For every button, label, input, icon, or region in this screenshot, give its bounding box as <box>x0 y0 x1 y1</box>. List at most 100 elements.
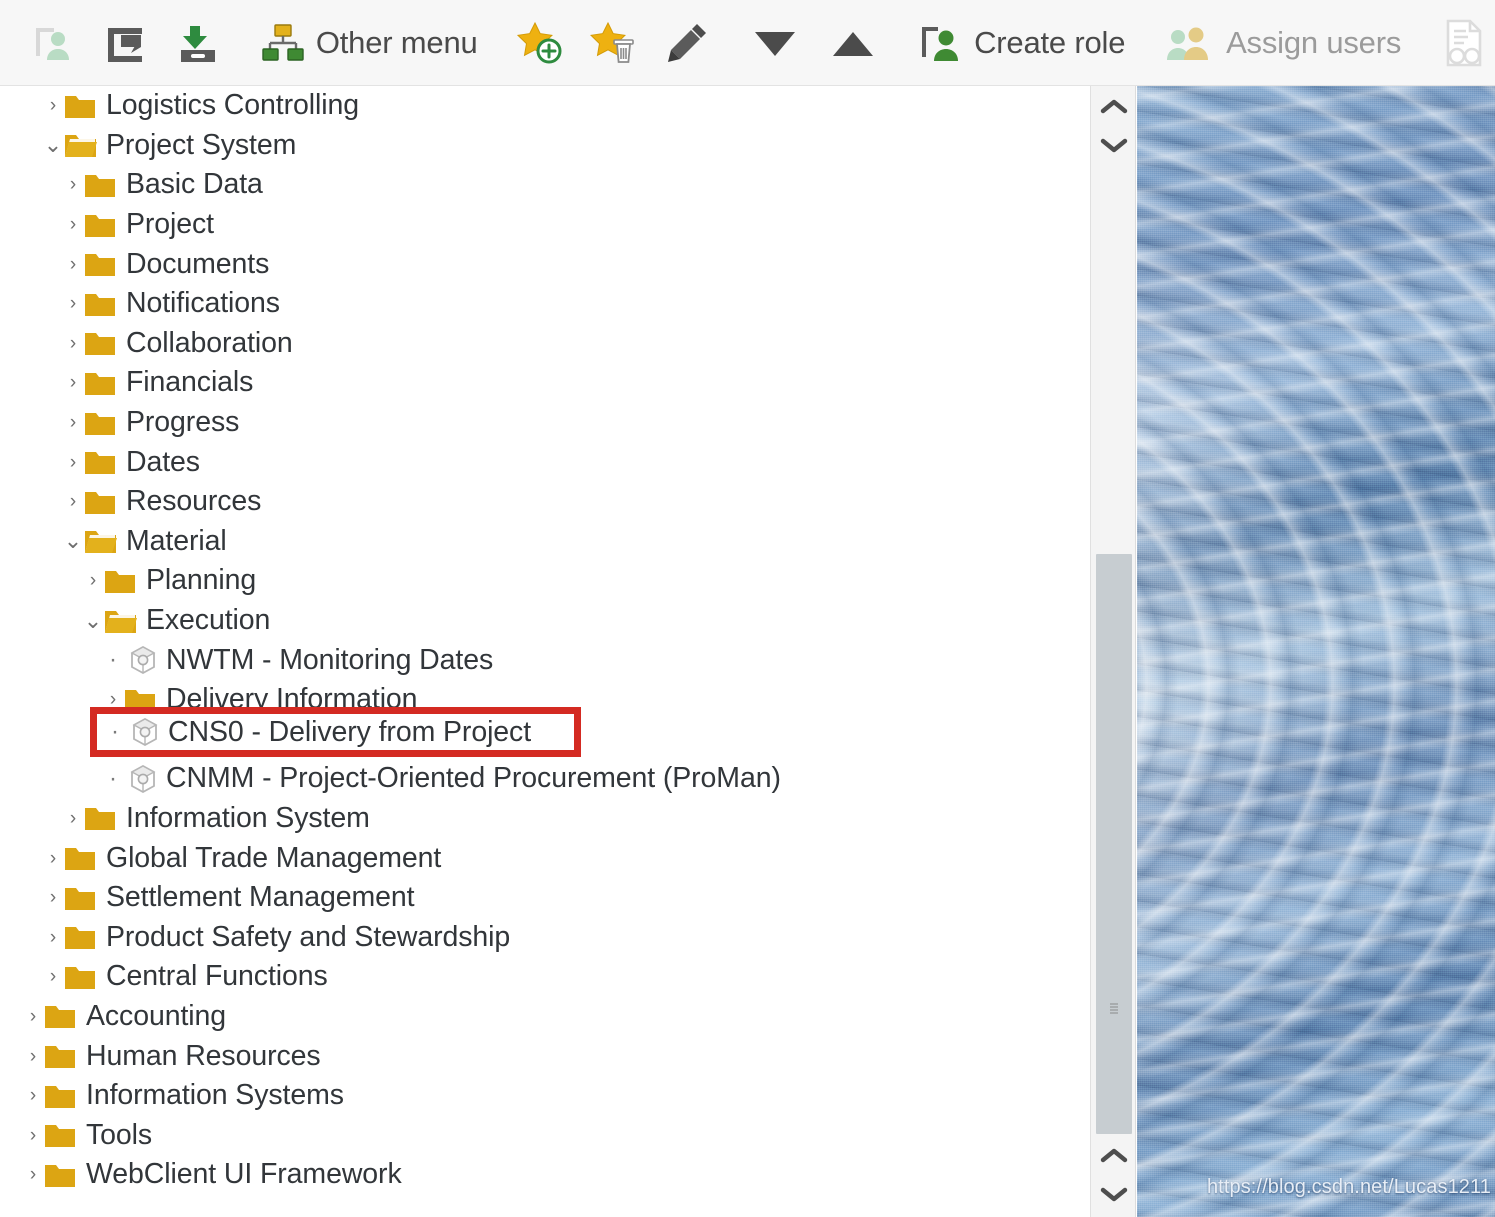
expand-arrow-icon[interactable]: › <box>42 888 64 907</box>
expand-arrow-icon[interactable]: › <box>22 1126 44 1145</box>
tree-item[interactable]: › Basic Data <box>0 165 1090 205</box>
tree-item[interactable]: › Documents <box>0 244 1090 284</box>
expand-arrow-icon[interactable]: › <box>62 413 84 432</box>
tree-item-label: Tools <box>86 1118 153 1151</box>
tree-item[interactable]: › Planning <box>0 561 1090 601</box>
folder-icon <box>85 333 115 356</box>
tree-item-label: WebClient UI Framework <box>86 1158 402 1191</box>
tree-item[interactable]: ⌄ Execution <box>0 601 1090 641</box>
highlighted-tree-item[interactable]: · CNS0 - Delivery from Project <box>104 716 570 748</box>
delete-favorite-button[interactable] <box>581 13 647 73</box>
tree-item[interactable]: › Information Systems <box>0 1076 1090 1116</box>
tree-item-label: Information Systems <box>86 1079 344 1112</box>
folder-icon <box>85 372 115 395</box>
expand-arrow-icon[interactable]: › <box>62 175 84 194</box>
expand-arrow-icon[interactable]: › <box>42 928 64 947</box>
expand-arrow-icon[interactable]: › <box>22 1165 44 1184</box>
tree-item[interactable]: › Global Trade Management <box>0 838 1090 878</box>
tree-item[interactable]: › Tools <box>0 1115 1090 1155</box>
folder-icon <box>85 452 115 475</box>
expand-arrow-icon[interactable]: › <box>62 334 84 353</box>
folder-icon <box>85 254 115 277</box>
tree-item[interactable]: › WebClient UI Framework <box>0 1155 1090 1195</box>
add-favorite-button[interactable] <box>507 13 573 73</box>
scroll-down-button-bottom[interactable] <box>1091 1175 1137 1213</box>
move-down-button[interactable] <box>740 13 810 73</box>
move-up-button[interactable] <box>818 13 888 73</box>
expand-arrow-icon[interactable]: › <box>62 492 84 511</box>
scrollbar-thumb[interactable] <box>1096 554 1132 1134</box>
scrollbar-grip-icon <box>1110 1003 1118 1014</box>
tree-item[interactable]: › Dates <box>0 442 1090 482</box>
expand-arrow-icon[interactable]: › <box>62 453 84 472</box>
create-role-disabled-icon <box>22 13 86 73</box>
scroll-down-button-top[interactable] <box>1091 126 1137 164</box>
tree-item[interactable]: · CNMM - Project-Oriented Procurement (Pr… <box>0 759 1090 799</box>
other-menu-button[interactable]: Other menu <box>251 13 487 73</box>
tree-item-label: Global Trade Management <box>106 841 442 874</box>
scroll-up-button-bottom[interactable] <box>1091 1137 1137 1175</box>
expand-arrow-icon[interactable]: › <box>22 1047 44 1066</box>
tree-item[interactable]: › Settlement Management <box>0 878 1090 918</box>
scroll-up-button-top[interactable] <box>1091 88 1137 126</box>
chevron-up-icon <box>1100 99 1128 114</box>
tree-item-label: Documents <box>126 247 270 280</box>
tree-item-label: Settlement Management <box>106 881 415 914</box>
folder-open-icon <box>65 135 97 158</box>
triangle-down-icon <box>755 31 796 56</box>
import-inbox-icon[interactable] <box>166 13 230 73</box>
folder-open-icon <box>85 531 117 554</box>
tree-item-label: Execution <box>146 604 271 637</box>
expand-arrow-icon[interactable]: › <box>62 255 84 274</box>
tree-item[interactable]: › Product Safety and Stewardship <box>0 917 1090 957</box>
tree-item[interactable]: › Resources <box>0 482 1090 522</box>
tree-item-label: NWTM - Monitoring Dates <box>166 643 494 676</box>
expand-arrow-icon[interactable]: › <box>62 809 84 828</box>
tree-item[interactable]: › Accounting <box>0 997 1090 1037</box>
tree-item[interactable]: › Human Resources <box>0 1036 1090 1076</box>
collapse-arrow-icon[interactable]: ⌄ <box>42 134 64 156</box>
tree-item[interactable]: ⌄ Project System <box>0 126 1090 166</box>
expand-arrow-icon[interactable]: › <box>62 294 84 313</box>
tree-item-label: Central Functions <box>106 960 328 993</box>
menu-tree-panel[interactable]: › Logistics Controlling ⌄ Project System › Ba… <box>0 86 1090 1217</box>
application-window: Other menu Create role Assign users › Lo… <box>0 0 1495 1217</box>
inbox-download-icon <box>181 25 216 62</box>
expand-arrow-icon[interactable]: › <box>62 373 84 392</box>
collapse-arrow-icon[interactable]: ⌄ <box>62 530 84 552</box>
expand-arrow-icon[interactable]: › <box>102 690 124 709</box>
create-role-button[interactable]: Create role <box>909 13 1134 73</box>
tree-vertical-scrollbar[interactable] <box>1090 86 1136 1217</box>
tree-item[interactable]: › Logistics Controlling <box>0 86 1090 126</box>
transaction-cube-icon <box>130 646 156 675</box>
expand-arrow-icon[interactable]: › <box>42 967 64 986</box>
user-frame-icon <box>36 27 69 60</box>
expand-arrow-icon[interactable]: › <box>42 96 64 115</box>
highlighted-item-label: CNS0 - Delivery from Project <box>168 715 532 748</box>
assign-transfer-icon[interactable] <box>94 13 158 73</box>
tree-item[interactable]: › Information System <box>0 799 1090 839</box>
tree-item[interactable]: › Project <box>0 205 1090 245</box>
tree-item-label: Material <box>126 524 227 557</box>
expand-arrow-icon[interactable]: › <box>62 215 84 234</box>
expand-arrow-icon[interactable]: › <box>42 849 64 868</box>
tree-item[interactable]: ⌄ Material <box>0 522 1090 562</box>
watermark-text: https://blog.csdn.net/Lucas1211 <box>1206 1176 1491 1198</box>
tree-item[interactable]: › Collaboration <box>0 324 1090 364</box>
chevron-down-icon <box>1100 1187 1128 1202</box>
expand-arrow-icon[interactable]: › <box>22 1086 44 1105</box>
collapse-arrow-icon[interactable]: ⌄ <box>82 609 104 632</box>
star-trash-icon <box>590 21 635 63</box>
expand-arrow-icon[interactable]: › <box>22 1007 44 1026</box>
expand-arrow-icon[interactable]: › <box>82 571 104 590</box>
tree-item-label: Financials <box>126 366 254 399</box>
tree-item[interactable]: › Financials <box>0 363 1090 403</box>
tree-item[interactable]: › Delivery Information <box>0 680 1090 720</box>
tree-item[interactable]: · NWTM - Monitoring Dates <box>0 640 1090 680</box>
tree-item-label: Project System <box>106 128 297 161</box>
tree-item[interactable]: › Notifications <box>0 284 1090 324</box>
assign-arrow-icon <box>108 27 143 62</box>
tree-item[interactable]: › Central Functions <box>0 957 1090 997</box>
edit-favorite-button[interactable] <box>655 13 719 73</box>
tree-item[interactable]: › Progress <box>0 403 1090 443</box>
